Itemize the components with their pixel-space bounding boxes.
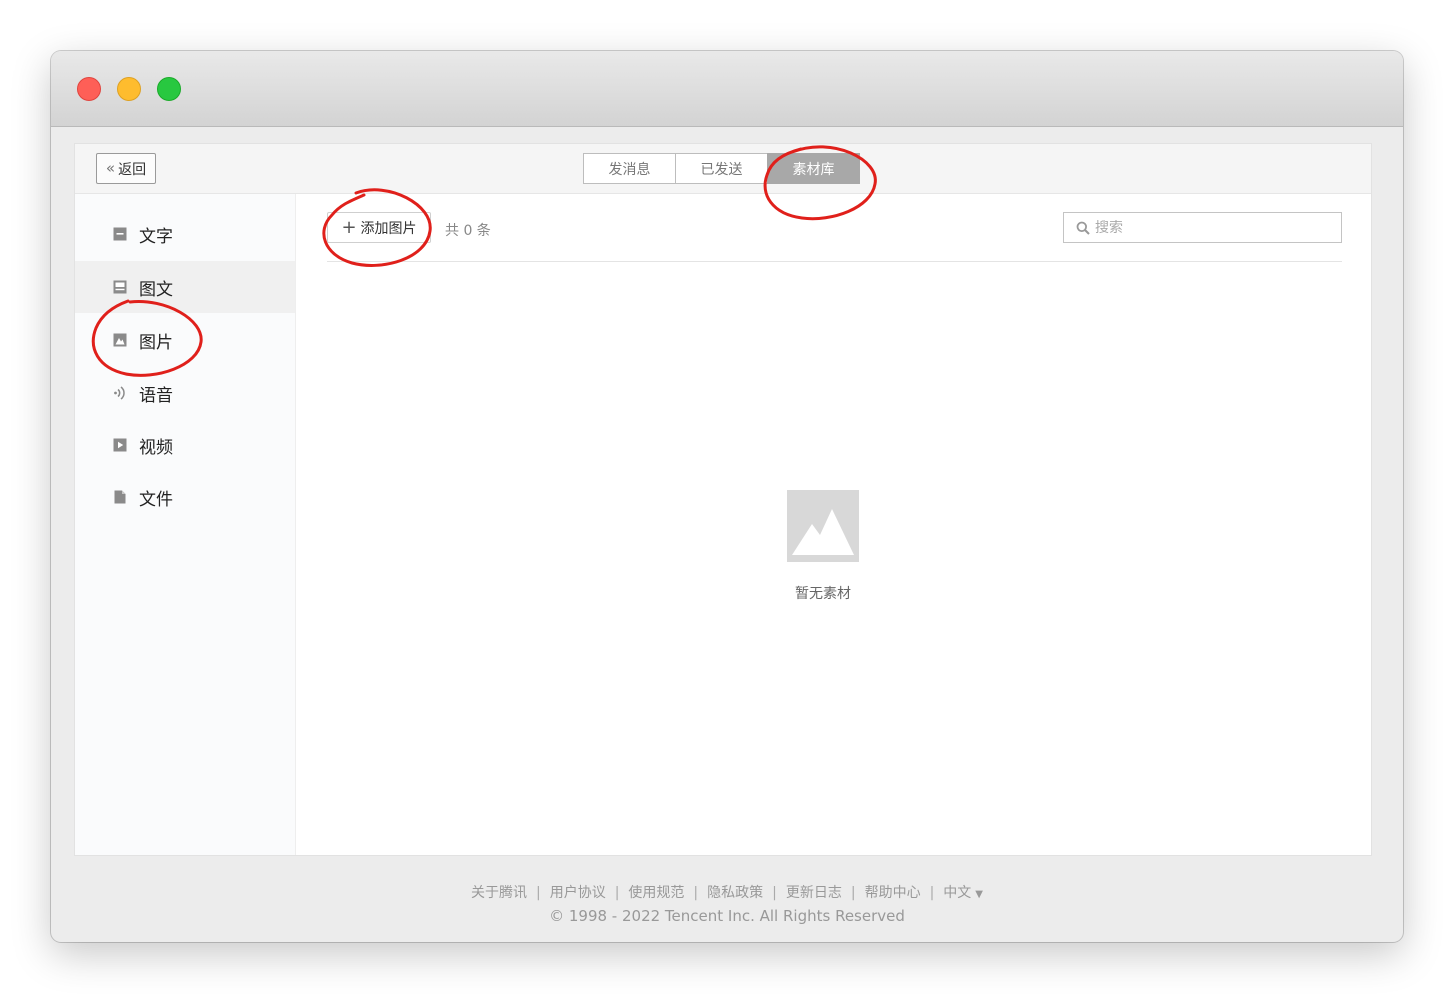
title-bar <box>51 51 1403 127</box>
sidebar-item-voice[interactable]: 语音 <box>75 367 295 419</box>
sidebar-item-video[interactable]: 视频 <box>75 419 295 471</box>
back-button-label: 返回 <box>118 161 147 178</box>
footer-link-privacy[interactable]: 隐私政策 <box>707 885 763 901</box>
app-window: « 返回 发消息 已发送 素材库 文字 图文 图片 语音 视频 文件 + 添加图… <box>51 51 1403 942</box>
footer-separator: | <box>693 885 699 901</box>
copyright: © 1998 - 2022 Tencent Inc. All Rights Re… <box>549 907 905 925</box>
empty-state-text: 暂无素材 <box>795 586 851 602</box>
sidebar-item-label: 文件 <box>139 489 173 510</box>
caret-down-icon: ▼ <box>975 889 983 900</box>
footer-separator: | <box>535 885 541 901</box>
sidebar-item-image[interactable]: 图片 <box>75 314 295 366</box>
sidebar-item-label: 文字 <box>139 226 173 247</box>
double-chevron-left-icon: « <box>105 159 116 177</box>
footer-separator: | <box>929 885 935 901</box>
empty-image-icon <box>787 490 859 562</box>
search-box[interactable] <box>1063 212 1342 243</box>
image-icon <box>113 333 127 347</box>
minimize-window-button[interactable] <box>117 77 141 101</box>
footer-link-about[interactable]: 关于腾讯 <box>471 885 527 901</box>
content-area: + 添加图片 共 0 条 暂无素材 <box>296 194 1371 855</box>
add-image-button[interactable]: + 添加图片 <box>327 212 431 243</box>
back-button[interactable]: « 返回 <box>96 153 156 184</box>
sidebar-item-file[interactable]: 文件 <box>75 471 295 523</box>
search-input[interactable] <box>1095 219 1335 236</box>
sidebar-item-text[interactable]: 文字 <box>75 208 295 260</box>
footer-link-changelog[interactable]: 更新日志 <box>786 885 842 901</box>
text-icon <box>113 227 127 241</box>
tab-send-message[interactable]: 发消息 <box>583 153 676 184</box>
video-icon <box>113 438 127 452</box>
article-icon <box>113 280 127 294</box>
sidebar-item-label: 图文 <box>139 279 173 300</box>
item-count: 共 0 条 <box>445 223 491 239</box>
content-divider <box>327 261 1342 262</box>
zoom-window-button[interactable] <box>157 77 181 101</box>
tab-bar: 发消息 已发送 素材库 <box>583 153 860 184</box>
footer-link-rules[interactable]: 使用规范 <box>628 885 684 901</box>
top-bar: « 返回 发消息 已发送 素材库 <box>75 144 1371 194</box>
add-image-button-label: 添加图片 <box>360 220 417 237</box>
search-icon <box>1076 221 1090 235</box>
footer-separator: | <box>614 885 620 901</box>
footer-links: 关于腾讯 | 用户协议 | 使用规范 | 隐私政策 | 更新日志 | 帮助中心 | 中文 ▼ <box>51 882 1403 902</box>
main-panel: « 返回 发消息 已发送 素材库 文字 图文 图片 语音 视频 文件 + 添加图… <box>75 144 1371 855</box>
footer-link-help[interactable]: 帮助中心 <box>865 885 921 901</box>
tab-material-library[interactable]: 素材库 <box>767 153 860 184</box>
sidebar-item-label: 视频 <box>139 437 173 458</box>
voice-icon <box>113 386 127 400</box>
tab-sent[interactable]: 已发送 <box>675 153 768 184</box>
close-window-button[interactable] <box>77 77 101 101</box>
language-label: 中文 <box>943 885 972 901</box>
footer-separator: | <box>850 885 856 901</box>
sidebar-item-label: 语音 <box>139 385 173 406</box>
sidebar-item-article[interactable]: 图文 <box>75 261 295 313</box>
plus-icon: + <box>341 216 357 238</box>
language-selector[interactable]: 中文 ▼ <box>943 885 983 901</box>
footer-link-agreement[interactable]: 用户协议 <box>550 885 606 901</box>
sidebar: 文字 图文 图片 语音 视频 文件 <box>75 194 296 855</box>
sidebar-item-label: 图片 <box>139 332 173 353</box>
file-icon <box>113 490 127 504</box>
footer-separator: | <box>772 885 777 901</box>
